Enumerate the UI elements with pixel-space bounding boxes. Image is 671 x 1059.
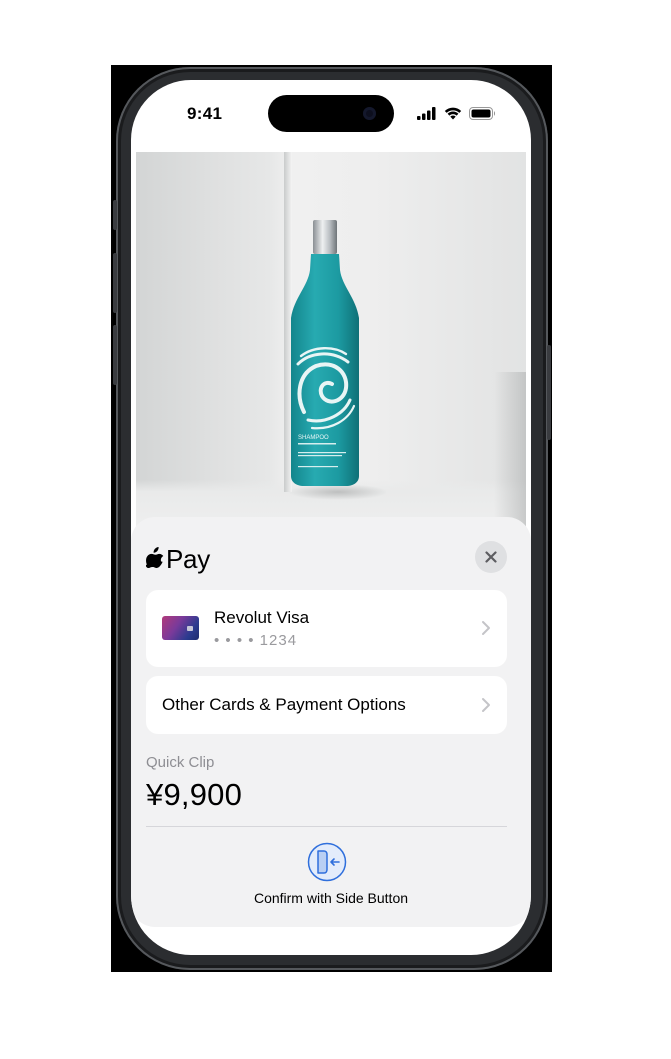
selected-card-row[interactable]: Revolut Visa • • • • 1234 (146, 590, 507, 667)
other-payment-options-row[interactable]: Other Cards & Payment Options (146, 676, 507, 734)
close-icon (485, 551, 497, 563)
status-bar: 9:41 (131, 80, 531, 146)
card-name: Revolut Visa (214, 608, 310, 627)
close-button[interactable] (475, 541, 507, 573)
merchant-name: Quick Clip (146, 754, 215, 771)
apple-pay-wordmark: Pay (166, 544, 210, 574)
card-number: • • • • 1234 (214, 632, 298, 649)
apple-logo-icon (145, 546, 164, 573)
wifi-icon (444, 106, 462, 125)
card-chip (187, 626, 193, 631)
bottle-label: SHAMPOO (298, 435, 329, 441)
cellular-signal-icon (417, 107, 437, 125)
volume-up-button (113, 253, 117, 313)
shampoo-bottle: SHAMPOO (288, 220, 386, 500)
battery-icon (469, 107, 497, 125)
side-button[interactable] (547, 345, 551, 440)
divider (146, 826, 507, 827)
chevron-right-icon (482, 621, 490, 635)
payment-amount: ¥9,900 (146, 777, 243, 812)
chevron-right-icon (482, 698, 490, 712)
product-photo: SHAMPOO (136, 152, 526, 547)
confirm-instruction: Confirm with Side Button (253, 890, 409, 906)
status-time: 9:41 (187, 104, 223, 123)
front-camera (363, 107, 376, 120)
dynamic-island (268, 95, 394, 132)
other-payment-options-label: Other Cards & Payment Options (162, 695, 406, 714)
card-thumbnail (162, 616, 199, 640)
volume-down-button (113, 325, 117, 385)
screen: 9:41 SHAMPOO Pay Revolut Visa • • • • 12… (131, 80, 531, 955)
wall-shadow (494, 372, 526, 532)
side-button-icon (307, 842, 347, 882)
apple-pay-sheet: Pay Revolut Visa • • • • 1234 Other Card… (131, 517, 531, 927)
action-button (113, 200, 117, 230)
